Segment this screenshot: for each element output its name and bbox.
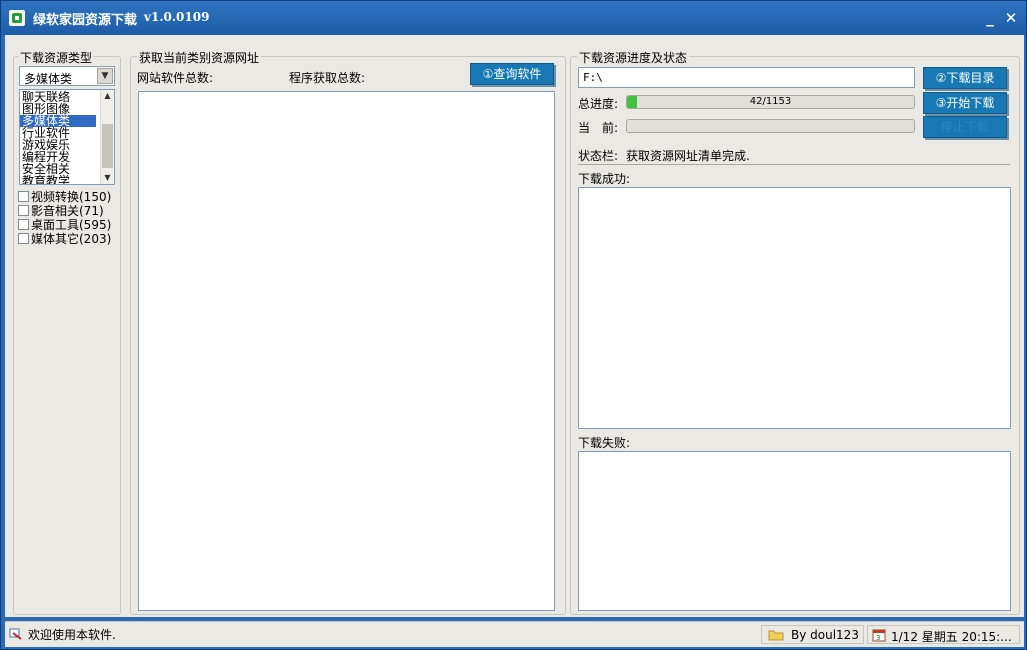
author-pane: By doul123: [761, 625, 864, 644]
welcome-icon: [9, 628, 23, 640]
checkbox[interactable]: [18, 233, 29, 244]
datetime-pane: 3 1/12 星期五 20:15:...: [867, 625, 1020, 644]
category-combo-value: 多媒体类: [24, 72, 73, 86]
client-area: 下载资源类型 多媒体类 ▼ 聊天联络 图形图像 多媒体类 行业软件 游戏娱乐 编程开发 安全…: [5, 35, 1024, 617]
close-icon[interactable]: ✕: [1002, 9, 1020, 27]
fetch-url-label: 获取当前类别资源网址: [137, 49, 262, 66]
category-list[interactable]: 聊天联络 图形图像 多媒体类 行业软件 游戏娱乐 编程开发 安全相关 教育教学 ▲ ▼: [19, 89, 115, 185]
resource-type-label: 下载资源类型: [18, 49, 95, 66]
download-path-input[interactable]: F:\: [578, 67, 915, 88]
fail-label: 下载失败:: [578, 436, 631, 450]
category-combo[interactable]: 多媒体类 ▼: [19, 66, 115, 86]
minimize-icon[interactable]: _: [981, 9, 999, 27]
current-progress-bar: [626, 119, 915, 133]
checkbox[interactable]: [18, 205, 29, 216]
success-label: 下载成功:: [578, 172, 631, 186]
author-text: By doul123: [791, 628, 859, 642]
chevron-down-icon[interactable]: ▼: [97, 68, 113, 84]
subcategory-checkbox-row[interactable]: 桌面工具(595): [18, 216, 111, 232]
subcategory-label: 媒体其它(203): [31, 232, 112, 246]
start-download-button[interactable]: ③开始下载: [923, 92, 1007, 114]
download-status-label: 下载资源进度及状态: [577, 49, 690, 66]
welcome-text: 欢迎使用本软件.: [28, 628, 116, 642]
subcategory-checkbox-row[interactable]: 视频转换(150): [18, 188, 111, 204]
query-software-button[interactable]: ①查询软件: [470, 63, 554, 85]
folder-icon: [768, 629, 784, 641]
fail-list[interactable]: [578, 451, 1011, 611]
resource-type-group: 下载资源类型 多媒体类 ▼ 聊天联络 图形图像 多媒体类 行业软件 游戏娱乐 编程开发 安全…: [13, 49, 121, 615]
stop-download-button[interactable]: 停止下载: [923, 116, 1007, 138]
download-dir-button[interactable]: ②下载目录: [923, 67, 1007, 89]
total-progress-bar: 42/1153: [626, 95, 915, 109]
svg-text:3: 3: [876, 634, 880, 642]
datetime-text: 1/12 星期五 20:15:...: [891, 630, 1012, 644]
calendar-icon: 3: [872, 628, 886, 642]
site-total-label: 网站软件总数:: [137, 71, 214, 85]
download-status-group: 下载资源进度及状态 F:\ ②下载目录 总进度: 42/1153 ③开始下载 当…: [570, 49, 1020, 615]
window-title: 绿软家园资源下载: [33, 13, 138, 28]
status-divider: [578, 164, 1010, 165]
app-logo-icon: [9, 10, 25, 26]
status-bar: 欢迎使用本软件. By doul123 3 1/12 星期五 20:15:...: [5, 621, 1024, 647]
scroll-up-icon[interactable]: ▲: [101, 90, 114, 102]
fetch-url-group: 获取当前类别资源网址 网站软件总数: 程序获取总数: ①查询软件: [130, 49, 566, 615]
scroll-thumb[interactable]: [102, 124, 113, 168]
total-progress-text: 42/1153: [749, 96, 792, 107]
app-window: 绿软家园资源下载 v1.0.0109 _ ✕ 下载资源类型 多媒体类 ▼ 聊天联…: [0, 0, 1027, 650]
url-list-area[interactable]: [138, 91, 555, 611]
subcategory-checkbox-row[interactable]: 影音相关(71): [18, 202, 104, 218]
scroll-down-icon[interactable]: ▼: [101, 172, 114, 184]
status-text: 获取资源网址清单完成.: [626, 149, 750, 163]
title-bar[interactable]: 绿软家园资源下载 v1.0.0109 _ ✕: [1, 1, 1026, 35]
checkbox[interactable]: [18, 219, 29, 230]
window-version: v1.0.0109: [144, 10, 210, 24]
success-list[interactable]: [578, 187, 1011, 429]
category-list-scrollbar[interactable]: ▲ ▼: [100, 90, 114, 184]
checkbox[interactable]: [18, 191, 29, 202]
current-progress-label: 当 前:: [578, 121, 619, 135]
download-path-value: F:\: [583, 71, 603, 84]
program-total-label: 程序获取总数:: [289, 71, 366, 85]
total-progress-label: 总进度:: [578, 97, 619, 111]
status-label: 状态栏:: [578, 149, 619, 163]
subcategory-checkbox-row[interactable]: 媒体其它(203): [18, 230, 112, 246]
